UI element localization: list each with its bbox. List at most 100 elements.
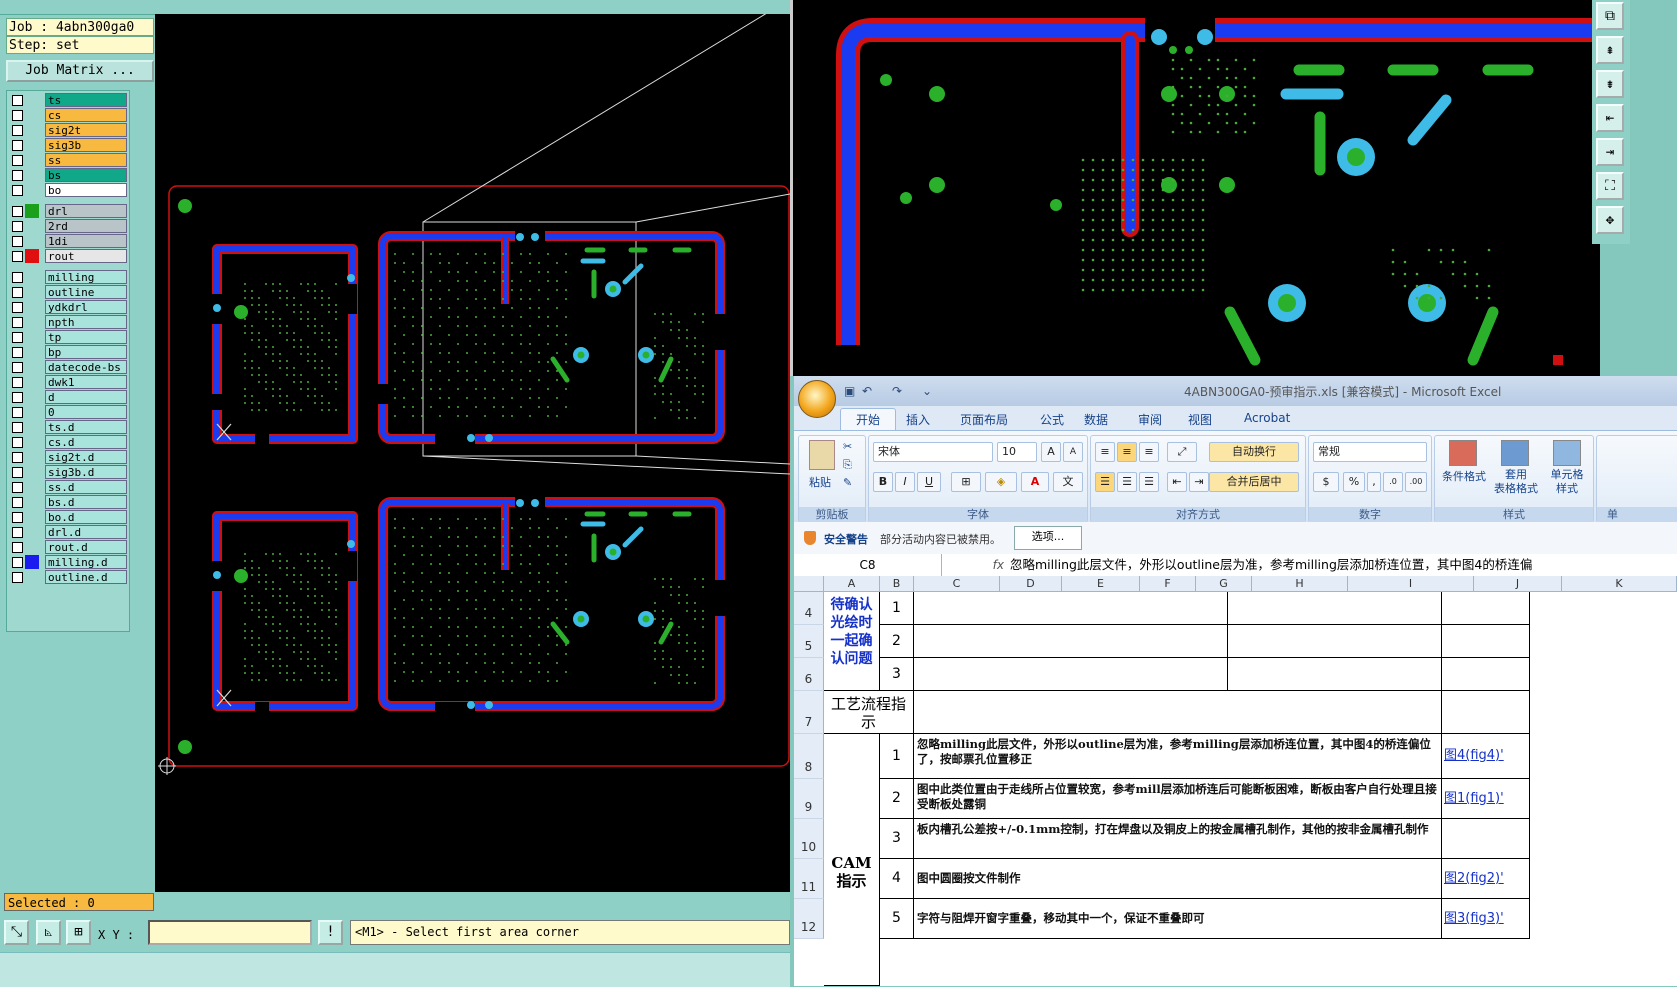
table-cell[interactable]	[1442, 658, 1530, 691]
phonetic-icon[interactable]: 文	[1053, 472, 1083, 492]
layer-name[interactable]: 0	[45, 405, 127, 419]
cam-item-text[interactable]: 字符与阻焊开窗字重叠，移动其中一个，保证不重叠即可	[914, 899, 1442, 939]
pan-down-icon[interactable]: ⇟	[1596, 70, 1624, 98]
tab-formulas[interactable]: 公式	[1040, 411, 1064, 428]
confirm-number[interactable]: 1	[880, 592, 914, 625]
layer-checkbox[interactable]	[12, 512, 23, 523]
align-right-icon[interactable]: ☰	[1139, 472, 1159, 492]
layer-checkbox[interactable]	[12, 362, 23, 373]
table-cell[interactable]	[914, 592, 1228, 625]
spreadsheet-grid[interactable]: A B C D E F G H I J K 4 5 6 7 8 9 10 11 …	[794, 576, 1677, 986]
layer-name[interactable]: dwk1	[45, 375, 127, 389]
layer-checkbox[interactable]	[12, 572, 23, 583]
layer-checkbox[interactable]	[12, 467, 23, 478]
borders-icon[interactable]: ⊞	[951, 472, 981, 492]
table-cell[interactable]	[1228, 592, 1442, 625]
layer-row[interactable]: bs.d	[9, 495, 127, 510]
cam-item-number[interactable]: 5	[880, 899, 914, 939]
layer-row[interactable]: tp	[9, 330, 127, 345]
pcb-canvas[interactable]	[155, 14, 790, 892]
layer-row[interactable]: ydkdrl	[9, 300, 127, 315]
decrease-decimal-icon[interactable]: .00	[1405, 472, 1427, 492]
layer-name[interactable]: bo.d	[45, 510, 127, 524]
fx-icon[interactable]: fx	[944, 554, 1004, 576]
font-size-select[interactable]: 10	[997, 442, 1037, 462]
layer-name[interactable]: cs	[45, 108, 127, 122]
align-center-icon[interactable]: ☰	[1117, 472, 1137, 492]
layer-row[interactable]: cs.d	[9, 435, 127, 450]
layer-name[interactable]: rout.d	[45, 540, 127, 554]
format-painter-icon[interactable]: ✎	[843, 476, 852, 489]
figure-link[interactable]: 图4(fig4)'	[1442, 748, 1504, 763]
layer-row[interactable]: bo	[9, 183, 127, 198]
row-header[interactable]: 6	[794, 658, 824, 691]
grid-snap-icon[interactable]: ⊞	[66, 920, 91, 945]
table-cell[interactable]	[914, 625, 1228, 658]
layer-name[interactable]: 1di	[45, 234, 127, 248]
layer-name[interactable]: ydkdrl	[45, 300, 127, 314]
row-header[interactable]: 7	[794, 691, 824, 734]
cam-item-text[interactable]: 图中此类位置由于走线所占位置较宽，参考mill层添加桥连后可能断板困难，断板由客…	[914, 779, 1442, 819]
table-cell[interactable]	[1228, 625, 1442, 658]
table-cell[interactable]	[914, 658, 1228, 691]
measure-icon[interactable]: ⦝	[36, 920, 61, 945]
paste-icon[interactable]	[809, 440, 835, 470]
layer-checkbox[interactable]	[12, 302, 23, 313]
xy-coordinate-input[interactable]	[148, 920, 312, 945]
percent-icon[interactable]: %	[1343, 472, 1365, 492]
row-header[interactable]: 12	[794, 899, 824, 939]
layer-name[interactable]: outline	[45, 285, 127, 299]
layer-checkbox[interactable]	[12, 437, 23, 448]
layer-row[interactable]: drl.d	[9, 525, 127, 540]
layer-name[interactable]: milling.d	[45, 555, 127, 569]
row-header[interactable]: 10	[794, 819, 824, 859]
layer-row[interactable]: sig2t	[9, 123, 127, 138]
bold-icon[interactable]: B	[873, 472, 893, 492]
layer-name[interactable]: sig2t	[45, 123, 127, 137]
underline-icon[interactable]: U	[917, 472, 941, 492]
layer-checkbox[interactable]	[12, 206, 23, 217]
layer-row[interactable]: bp	[9, 345, 127, 360]
name-box[interactable]: C8	[794, 554, 942, 576]
layer-name[interactable]: rout	[45, 249, 127, 263]
figure-link[interactable]: 图3(fig3)'	[1442, 911, 1504, 926]
confirm-questions-label[interactable]: 待确认光绘时一起确认问题	[824, 592, 880, 691]
layer-name[interactable]: drl	[45, 204, 127, 218]
column-header[interactable]: B	[880, 576, 914, 592]
redo-icon[interactable]: ↷	[892, 384, 906, 398]
layer-checkbox[interactable]	[12, 557, 23, 568]
column-header[interactable]: H	[1252, 576, 1348, 592]
layer-row[interactable]: bs	[9, 168, 127, 183]
font-color-icon[interactable]: A	[1021, 472, 1049, 492]
currency-icon[interactable]: $	[1313, 472, 1339, 492]
column-header[interactable]: J	[1474, 576, 1562, 592]
layer-row[interactable]: rout	[9, 249, 127, 264]
layer-name[interactable]: ss	[45, 153, 127, 167]
layer-name[interactable]: drl.d	[45, 525, 127, 539]
column-header[interactable]: C	[914, 576, 1000, 592]
table-format-icon[interactable]	[1501, 440, 1529, 466]
formula-input[interactable]: 忽略milling此层文件，外形以outline层为准，参考milling层添加…	[1010, 554, 1677, 576]
tab-insert[interactable]: 插入	[906, 411, 930, 428]
layer-row[interactable]: outline	[9, 285, 127, 300]
table-cell[interactable]	[1442, 625, 1530, 658]
warning-button[interactable]: !	[318, 920, 343, 945]
layer-row[interactable]: sig3b	[9, 138, 127, 153]
layer-name[interactable]: tp	[45, 330, 127, 344]
layer-name[interactable]: milling	[45, 270, 127, 284]
row-header[interactable]: 9	[794, 779, 824, 819]
cell-styles-icon[interactable]	[1553, 440, 1581, 466]
layer-name[interactable]: d	[45, 390, 127, 404]
layer-checkbox[interactable]	[12, 482, 23, 493]
font-name-select[interactable]: 宋体	[873, 442, 993, 462]
align-top-icon[interactable]: ≡	[1095, 442, 1115, 462]
layer-name[interactable]: npth	[45, 315, 127, 329]
cam-item-text[interactable]: 忽略milling此层文件，外形以outline层为准，参考milling层添加…	[914, 734, 1442, 779]
align-left-icon[interactable]: ☰	[1095, 472, 1115, 492]
layer-checkbox[interactable]	[12, 377, 23, 388]
cam-instruction-label[interactable]: CAM 指示	[824, 734, 880, 986]
layer-row[interactable]: cs	[9, 108, 127, 123]
orientation-icon[interactable]: ⤢	[1167, 442, 1197, 462]
layer-checkbox[interactable]	[12, 272, 23, 283]
zoom-fit-icon[interactable]: ⛶	[1596, 172, 1624, 200]
